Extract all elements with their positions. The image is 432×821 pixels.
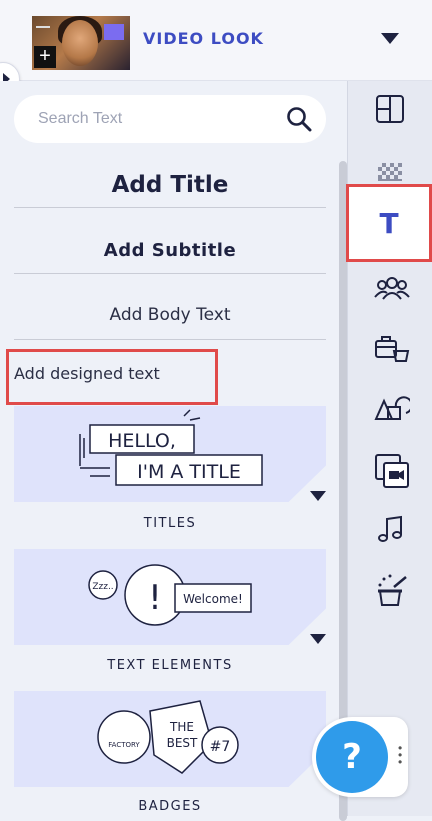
- chevron-down-icon[interactable]: [310, 634, 326, 644]
- divider: [14, 207, 326, 208]
- music-tab[interactable]: [348, 501, 432, 561]
- text-elements-label: TEXT ELEMENTS: [107, 658, 233, 673]
- svg-text:Zzz..: Zzz..: [92, 582, 113, 592]
- add-body-text-button[interactable]: Add Body Text: [14, 293, 326, 337]
- search-icon[interactable]: [286, 106, 312, 132]
- svg-text:#7: #7: [210, 739, 231, 755]
- divider: [14, 339, 326, 340]
- music-icon: [378, 515, 402, 542]
- help-widget: ? • • •: [312, 717, 408, 797]
- svg-text:HELLO,: HELLO,: [108, 430, 176, 452]
- svg-text:I'M A TITLE: I'M A TITLE: [137, 461, 241, 483]
- help-button[interactable]: ?: [316, 721, 388, 793]
- top-bar: + VIDEO LOOK: [0, 0, 432, 81]
- svg-text:THE: THE: [169, 720, 194, 734]
- text-elements-card[interactable]: Zzz.. ! Welcome!: [14, 549, 326, 645]
- more-icon[interactable]: • • •: [398, 742, 402, 768]
- layout-icon: [376, 95, 404, 123]
- characters-icon: [374, 277, 410, 300]
- text-panel: Search Text Add Title Add Subtitle Add B…: [0, 81, 347, 821]
- add-title-button[interactable]: Add Title: [14, 163, 326, 207]
- highlight-box: [6, 349, 218, 405]
- layout-tab[interactable]: [348, 81, 432, 141]
- background-icon: [378, 163, 402, 181]
- effects-tab[interactable]: [348, 561, 432, 621]
- badges-label: BADGES: [138, 799, 202, 814]
- text-tab[interactable]: T: [346, 184, 432, 262]
- shapes-icon: [374, 396, 410, 420]
- svg-text:Welcome!: Welcome!: [183, 592, 243, 606]
- text-elements-illustration: Zzz.. ! Welcome!: [88, 564, 252, 626]
- svg-text:BEST: BEST: [167, 736, 198, 750]
- chevron-down-icon[interactable]: [310, 491, 326, 501]
- search-input[interactable]: Search Text: [38, 110, 122, 128]
- props-icon: [375, 336, 410, 362]
- svg-text:!: !: [148, 578, 162, 618]
- add-subtitle-button[interactable]: Add Subtitle: [14, 229, 326, 273]
- video-look-title[interactable]: VIDEO LOOK: [143, 29, 264, 48]
- plus-icon: +: [34, 46, 56, 68]
- svg-text:FACTORY: FACTORY: [108, 741, 140, 749]
- titles-card[interactable]: HELLO, I'M A TITLE: [14, 406, 326, 502]
- text-icon: T: [379, 207, 399, 240]
- titles-illustration: HELLO, I'M A TITLE: [79, 409, 263, 486]
- media-tab[interactable]: [348, 441, 432, 501]
- badges-card[interactable]: FACTORY THE BEST #7: [14, 691, 326, 787]
- titles-label: TITLES: [143, 516, 197, 531]
- effects-icon: [378, 574, 407, 606]
- video-thumbnail[interactable]: +: [32, 16, 130, 70]
- search-box[interactable]: Search Text: [14, 95, 326, 143]
- props-tab[interactable]: [348, 321, 432, 381]
- caret-down-icon[interactable]: [381, 33, 399, 44]
- badges-illustration: FACTORY THE BEST #7: [97, 700, 239, 774]
- divider: [14, 273, 326, 274]
- shapes-tab[interactable]: [348, 381, 432, 441]
- characters-tab[interactable]: [348, 261, 432, 321]
- media-icon: [375, 454, 409, 488]
